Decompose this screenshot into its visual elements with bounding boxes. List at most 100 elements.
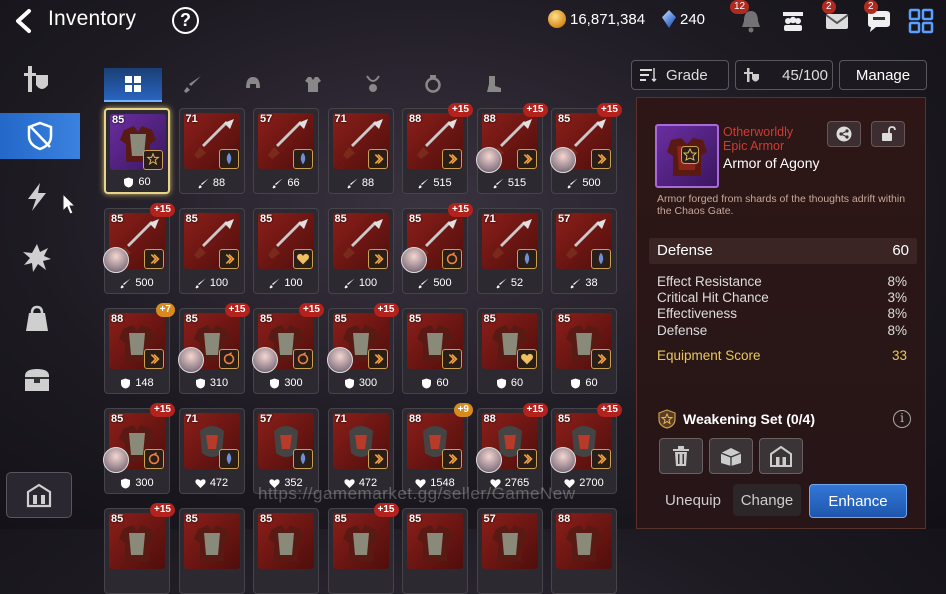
main-stat-label: Defense — [657, 242, 713, 259]
equipment-slot[interactable]: 57 352 — [253, 408, 319, 494]
equipment-slot[interactable]: 71 472 — [327, 408, 394, 494]
equipment-slot[interactable]: 88 +15 515 — [402, 103, 473, 194]
help-icon[interactable]: ? — [172, 7, 199, 34]
sidebar-item-unequipped[interactable] — [0, 113, 80, 159]
equipment-slot[interactable]: 85 — [253, 508, 319, 594]
set-effect-row[interactable]: Weakening Set (0/4) i — [657, 408, 917, 432]
item-main-stat: 148 — [105, 377, 169, 389]
equipment-slot[interactable]: 85 100 — [178, 208, 245, 294]
grid-menu-icon[interactable] — [906, 6, 936, 36]
tab-ring[interactable] — [404, 68, 462, 100]
tab-armor[interactable] — [284, 68, 342, 100]
equipment-slot[interactable]: 88 +15 2765 — [475, 403, 548, 494]
equipment-slot[interactable]: 85 +15 300 — [326, 303, 399, 394]
equipment-slot[interactable]: 85 +15 500 — [550, 103, 622, 194]
equipment-slot[interactable]: 85 +15 2700 — [550, 403, 622, 494]
equipment-slot[interactable]: 57 66 — [253, 108, 319, 194]
sidebar-item-catalysts[interactable] — [12, 235, 62, 281]
substat-row: Critical Hit Chance 3% — [657, 290, 907, 305]
critical-set-icon — [293, 149, 313, 169]
lock-button[interactable] — [871, 121, 905, 147]
item-main-stat: 66 — [254, 177, 318, 189]
item-main-stat: 38 — [552, 277, 616, 289]
item-main-stat: 515 — [478, 177, 542, 189]
item-main-stat: 100 — [254, 277, 318, 289]
detail-item-quality: Otherworldly — [723, 125, 794, 139]
speed-set-icon — [144, 349, 164, 369]
critical-set-icon — [591, 249, 611, 269]
tab-weapon[interactable] — [164, 68, 222, 100]
manage-button[interactable]: Manage — [839, 60, 927, 90]
skystone-gem-icon — [662, 10, 676, 28]
sidebar-item-materials[interactable] — [12, 296, 62, 342]
change-button[interactable]: Change — [733, 484, 801, 516]
tab-helmet[interactable] — [224, 68, 282, 100]
item-level: 85 — [558, 413, 571, 425]
equipment-slot[interactable]: 88 — [551, 508, 617, 594]
sidebar-item-equipment[interactable] — [12, 56, 62, 102]
tab-boots[interactable] — [464, 68, 522, 100]
equipment-slot[interactable]: 57 — [476, 508, 543, 594]
defense-shield-icon — [124, 177, 134, 187]
item-level: 71 — [334, 113, 347, 125]
unequip-button[interactable]: Unequip — [657, 484, 729, 516]
defense-shield-icon — [571, 378, 581, 388]
share-button[interactable] — [827, 121, 861, 147]
equipment-slot[interactable]: 85 60 — [104, 108, 170, 194]
item-main-stat-value: 515 — [433, 177, 452, 189]
inventory-capacity[interactable]: 45/100 — [735, 60, 833, 90]
bag-icon — [26, 305, 48, 331]
equipment-slot[interactable]: 85 +15 300 — [103, 403, 175, 494]
equipment-slot[interactable]: 85 +15 300 — [252, 303, 324, 394]
equipment-slot[interactable]: 85 +15 — [327, 503, 399, 594]
item-level: 85 — [334, 213, 347, 225]
tab-necklace[interactable] — [344, 68, 402, 100]
equipment-slot[interactable]: 88 +7 148 — [104, 303, 175, 394]
item-main-stat-value: 66 — [287, 177, 300, 189]
equipment-slot[interactable]: 71 52 — [476, 208, 543, 294]
weakening-set-icon — [681, 146, 699, 164]
item-level: 57 — [483, 513, 496, 525]
equipment-slot[interactable]: 85 60 — [402, 308, 468, 394]
lightning-icon — [28, 183, 46, 211]
storage-button[interactable] — [6, 472, 72, 518]
equipment-slot[interactable]: 85 +15 — [104, 503, 175, 594]
equipment-slot[interactable]: 85 100 — [327, 208, 394, 294]
sidebar-item-chests[interactable] — [12, 357, 62, 403]
splash-icon — [23, 244, 51, 272]
equipment-slot[interactable]: 85 100 — [253, 208, 319, 294]
equipment-slot[interactable]: 88 +15 515 — [475, 103, 548, 194]
chest-icon — [25, 369, 49, 391]
tab-all[interactable] — [104, 68, 162, 102]
equipment-slot[interactable]: 85 +15 310 — [177, 303, 250, 394]
substat-row: Effect Resistance 8% — [657, 274, 907, 289]
equipment-slot[interactable]: 57 38 — [551, 208, 617, 294]
equipment-slot[interactable]: 71 88 — [178, 108, 245, 194]
enhance-level-badge: +9 — [453, 403, 473, 417]
speed-set-icon — [367, 249, 388, 269]
sidebar-item-artifacts[interactable] — [12, 174, 62, 220]
grade-sort-button[interactable]: Grade — [631, 60, 729, 90]
equipment-slot[interactable]: 85 +15 500 — [103, 203, 175, 294]
storage-icon — [770, 445, 792, 467]
party-icon[interactable] — [778, 6, 808, 36]
equipment-slot[interactable]: 88 +9 1548 — [402, 403, 473, 494]
equipment-slot[interactable]: 85 — [402, 508, 468, 594]
item-level: 88 — [483, 413, 496, 425]
extract-button[interactable] — [709, 438, 753, 474]
equipment-slot[interactable]: 85 60 — [476, 308, 543, 394]
equipment-slot[interactable]: 85 — [178, 508, 245, 594]
item-level: 71 — [483, 213, 496, 225]
delete-button[interactable] — [659, 438, 703, 474]
equipment-slot[interactable]: 85 60 — [551, 308, 617, 394]
equipment-score-value: 33 — [891, 348, 907, 363]
enhance-level-badge: +15 — [373, 503, 399, 517]
back-arrow-icon[interactable] — [12, 8, 38, 34]
store-button[interactable] — [759, 438, 803, 474]
enhance-button[interactable]: Enhance — [809, 484, 907, 518]
equipment-slot[interactable]: 71 472 — [178, 408, 245, 494]
equipment-slot[interactable]: 71 88 — [327, 108, 394, 194]
equipment-slot[interactable]: 85 +15 500 — [401, 203, 473, 294]
equipment-score-label: Equipment Score — [657, 348, 761, 363]
info-icon[interactable]: i — [893, 410, 911, 428]
